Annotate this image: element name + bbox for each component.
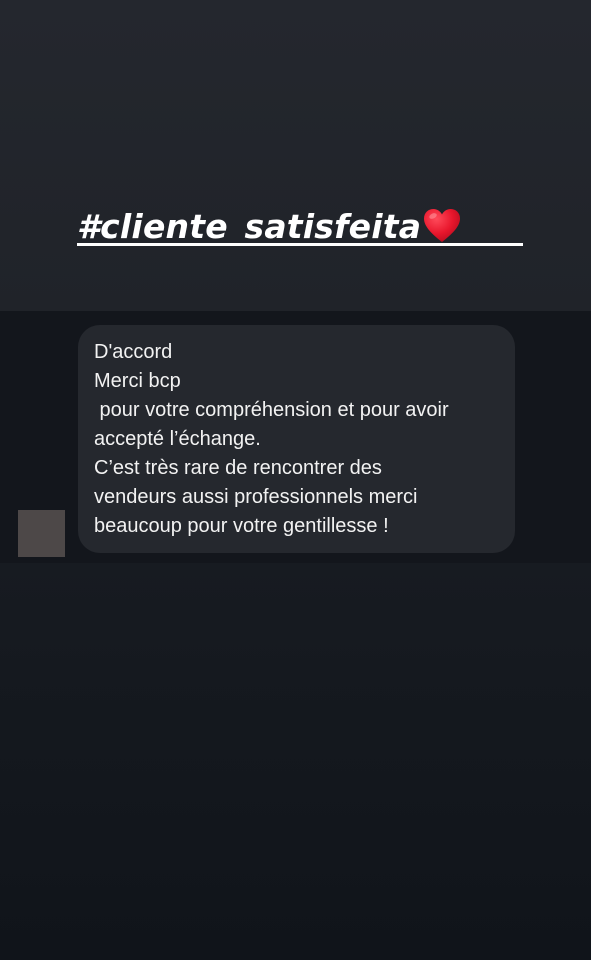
message-line: C’est très rare de rencontrer des bbox=[94, 457, 382, 479]
avatar bbox=[18, 510, 65, 557]
message-line: pour votre compréhension et pour avoir bbox=[94, 399, 449, 421]
hashtag-text: #cliente_satisfeita bbox=[77, 206, 422, 246]
message-line: Merci bcp bbox=[94, 370, 181, 392]
hashtag-underline bbox=[77, 243, 523, 246]
message-line: beaucoup pour votre gentillesse ! bbox=[94, 515, 389, 537]
message-line: D'accord bbox=[94, 341, 173, 363]
message-line: vendeurs aussi professionnels merci bbox=[94, 486, 418, 508]
message-line: accepté l’échange. bbox=[94, 428, 261, 450]
story-top-area bbox=[0, 0, 591, 311]
message-bubble: D'accord Merci bcp pour votre compréhens… bbox=[78, 325, 515, 553]
heart-icon bbox=[423, 208, 461, 244]
hashtag-sticker: #cliente_satisfeita bbox=[77, 197, 523, 255]
